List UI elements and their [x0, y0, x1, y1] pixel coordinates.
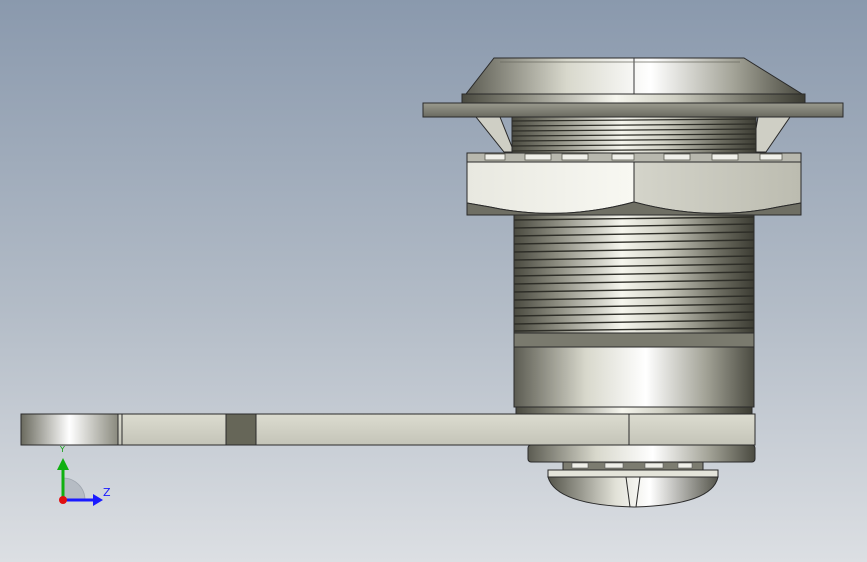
- cam-lock-model[interactable]: [0, 0, 867, 562]
- axis-triad: [57, 458, 103, 506]
- axis-z-label: Z: [103, 486, 111, 499]
- back-screw-head[interactable]: [547, 469, 719, 508]
- retaining-ring[interactable]: [527, 444, 756, 471]
- plain-collar[interactable]: [513, 332, 755, 416]
- x-axis-dot: [59, 496, 67, 504]
- cam-arm[interactable]: [20, 413, 756, 446]
- head-cap[interactable]: [464, 57, 804, 95]
- threaded-barrel[interactable]: [513, 214, 755, 334]
- upper-threads: [511, 116, 757, 154]
- hex-nut[interactable]: [466, 152, 802, 216]
- axis-y-label: Y: [60, 445, 65, 454]
- graphics-viewport[interactable]: Y Z: [0, 0, 867, 562]
